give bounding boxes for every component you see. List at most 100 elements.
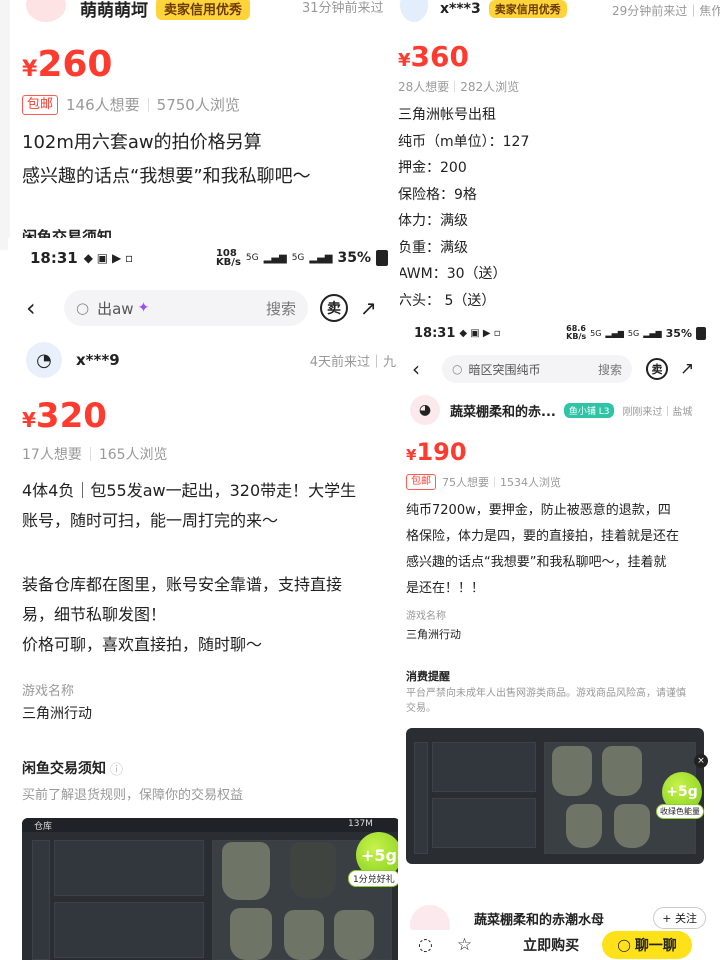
wants-count: 28人想要	[398, 80, 450, 94]
back-arrow-icon[interactable]: ‹	[26, 294, 56, 322]
search-header: ‹ ○ 出aw ✦ 搜索 卖 ↗	[8, 286, 400, 330]
search-bar[interactable]: ○ 暗区突围纯币 搜索	[442, 355, 632, 383]
signal-icon: ▂▄▆	[605, 328, 624, 338]
seller-avatar[interactable]	[400, 0, 428, 22]
search-bar[interactable]: ○ 出aw ✦ 搜索	[64, 290, 308, 326]
description-line: 负重：满级	[398, 239, 468, 256]
back-arrow-icon[interactable]: ‹	[412, 357, 436, 381]
search-icon: ○	[76, 299, 90, 317]
chat-bubble-icon: ◯	[617, 938, 631, 952]
net-speed: 68.6 KB/s	[566, 324, 587, 341]
bottom-action-bar: ◌ ☆ 立即购买 ◯ 聊一聊	[398, 930, 720, 960]
buy-now-button[interactable]: 立即购买	[506, 931, 596, 959]
description-block: 4体4负｜包55发aw一起出，320带走！大学生 账号，随时可扫，能一周打完的来…	[22, 476, 400, 660]
message-icon[interactable]: ◌	[418, 935, 433, 955]
battery-percent: 35%	[665, 326, 692, 340]
listing-image[interactable]	[406, 728, 704, 864]
description-line: 装备仓库都在图里，账号安全靠谱，支持直接	[22, 575, 343, 594]
description-line: 102m用六套aw的拍价格另算	[22, 132, 262, 153]
seller-username[interactable]: 蔬菜棚柔和的赤...	[450, 401, 556, 420]
main-left-screenshot: 18:31 ◆ ▣ ▶ ▫ 108 KB/s 5G ▂▄▆ 5G ▂▄▆ 35%…	[8, 238, 400, 960]
seller-username[interactable]: x***3	[440, 1, 481, 17]
signal-5g-label-2: 5G	[627, 328, 640, 338]
price-symbol: ¥	[22, 408, 36, 432]
main-right-screenshot: 18:31 ◆ ▣ ▶ ▫ 68.6 KB/s 5G ▂▄▆ 5G ▂▄▆ 35…	[398, 316, 720, 960]
money-label: 137M	[348, 819, 373, 829]
description-line: 账号，随时可扫，能一周打完的来～	[22, 511, 279, 530]
warehouse-label: 仓库	[34, 822, 53, 832]
favorite-star-icon[interactable]: ☆	[457, 935, 472, 955]
notification-icons: ◆ ▣ ▶ ▫	[459, 327, 501, 339]
trade-notice-title[interactable]: 闲鱼交易须知	[22, 758, 106, 778]
views-count: 282人浏览	[460, 80, 520, 94]
search-input[interactable]: 暗区突围纯币	[468, 361, 540, 378]
battery-percent: 35%	[337, 250, 371, 266]
seller-username[interactable]: x***9	[76, 351, 120, 369]
signal-icon: ▂▄▆	[309, 252, 333, 264]
chat-button-label: 聊一聊	[634, 938, 677, 954]
magic-wand-icon: ✦	[137, 300, 150, 316]
listing-image[interactable]: 仓库 137M	[22, 818, 400, 960]
search-button[interactable]: 搜索	[598, 361, 622, 378]
signal-icon: ▂▄▆	[643, 328, 662, 338]
seller-row: ◔ x***9 4天前来过｜九	[8, 340, 400, 380]
seller-avatar[interactable]: ◕	[410, 395, 440, 425]
status-bar: 18:31 ◆ ▣ ▶ ▫ 108 KB/s 5G ▂▄▆ 5G ▂▄▆ 35%	[8, 238, 400, 278]
info-icon[interactable]: ⓘ	[110, 759, 123, 778]
close-icon[interactable]: ×	[694, 754, 708, 768]
seller-fullname[interactable]: 蔬菜棚柔和的赤潮水母	[474, 909, 604, 928]
description-line: 是还在！！！	[406, 581, 485, 596]
sell-icon[interactable]: 卖	[320, 294, 348, 322]
battery-icon	[376, 250, 388, 266]
consume-notice-text: 平台严禁向未成年人出售网游类商品。游戏商品风险高，请谨慎 交易。	[406, 686, 686, 716]
game-name-label: 游戏名称	[22, 684, 75, 699]
description-line: 格保险，体力是四，要的直接拍，挂着就是还在	[406, 529, 680, 544]
description-line: 六头： 5（送）	[398, 292, 496, 309]
description-line: 感兴趣的话点“我想要”和我私聊吧～	[22, 166, 311, 187]
seller-footer-row: 蔬菜棚柔和的赤潮水母 + 关注	[398, 904, 720, 945]
search-button[interactable]: 搜索	[266, 298, 296, 319]
game-name-value: 三角洲行动	[22, 706, 92, 722]
seller-username[interactable]: 萌萌萌坷	[80, 0, 148, 21]
follow-button[interactable]: + 关注	[653, 907, 706, 929]
sell-icon[interactable]: 卖	[646, 358, 668, 380]
price-value: 260	[37, 44, 113, 85]
status-time: 18:31	[30, 249, 78, 267]
search-header: ‹ ○ 暗区突围纯币 搜索 卖 ↗	[398, 352, 720, 386]
bubble-caption: 收绿色能量	[656, 804, 704, 819]
share-icon[interactable]: ↗	[360, 296, 377, 320]
signal-5g-label: 5G	[245, 253, 259, 263]
description-line: 三角洲帐号出租	[398, 107, 496, 123]
description-line: 感兴趣的话点“我想要”和我私聊吧～，挂着就	[406, 555, 667, 570]
consume-notice-line: 平台严禁向未成年人出售网游类商品。游戏商品风险高，请谨慎	[406, 688, 686, 699]
description-line: 体力：满级	[398, 213, 468, 229]
bubble-caption: 1分兑好礼	[348, 870, 400, 887]
battery-icon	[696, 326, 706, 340]
search-input[interactable]: 出aw	[97, 298, 133, 319]
description-line: 纯币（m单位）：127	[398, 133, 530, 150]
chat-button[interactable]: ◯ 聊一聊	[602, 931, 693, 959]
wants-count: 17人想要	[22, 447, 82, 463]
game-name-label: 游戏名称	[406, 611, 446, 622]
wants-count: 75人想要	[442, 476, 489, 489]
description-line: 押金：200	[398, 160, 467, 176]
views-count: 1534人浏览	[500, 476, 561, 489]
description-block: 纯币7200w，要押金，防止被恶意的退款，四 格保险，体力是四，要的直接拍，挂着…	[406, 498, 720, 602]
seller-credit-badge: 卖家信用优秀	[156, 0, 251, 20]
share-icon[interactable]: ↗	[680, 359, 694, 379]
trade-notice-subtitle: 买前了解退货规则，保障你的交易权益	[22, 788, 244, 803]
seller-credit-badge: 卖家信用优秀	[488, 0, 567, 18]
last-seen: 4天前来过｜九	[309, 354, 396, 370]
description-block: 三角洲帐号出租 纯币（m单位）：127 押金：200 保险格：9格 体力：满级 …	[398, 102, 529, 314]
notification-icons: ◆ ▣ ▶ ▫	[83, 251, 134, 265]
consume-notice-line: 交易。	[406, 703, 436, 714]
top-left-listing: 萌萌萌坷 卖家信用优秀 31分钟前来过 ¥ 260 包邮 146人想要 5750…	[0, 0, 400, 250]
description-line: 保险格：9格	[398, 186, 477, 203]
description-line: 纯币7200w，要押金，防止被恶意的退款，四	[406, 503, 671, 518]
net-speed: 108 KB/s	[215, 248, 241, 268]
last-seen: 刚刚来过｜盐城	[622, 406, 693, 418]
search-icon: ○	[452, 362, 463, 376]
views-count: 165人浏览	[98, 447, 168, 463]
seller-avatar[interactable]: ◔	[26, 342, 62, 378]
seller-level-badge: 鱼小铺 L3	[563, 402, 615, 418]
